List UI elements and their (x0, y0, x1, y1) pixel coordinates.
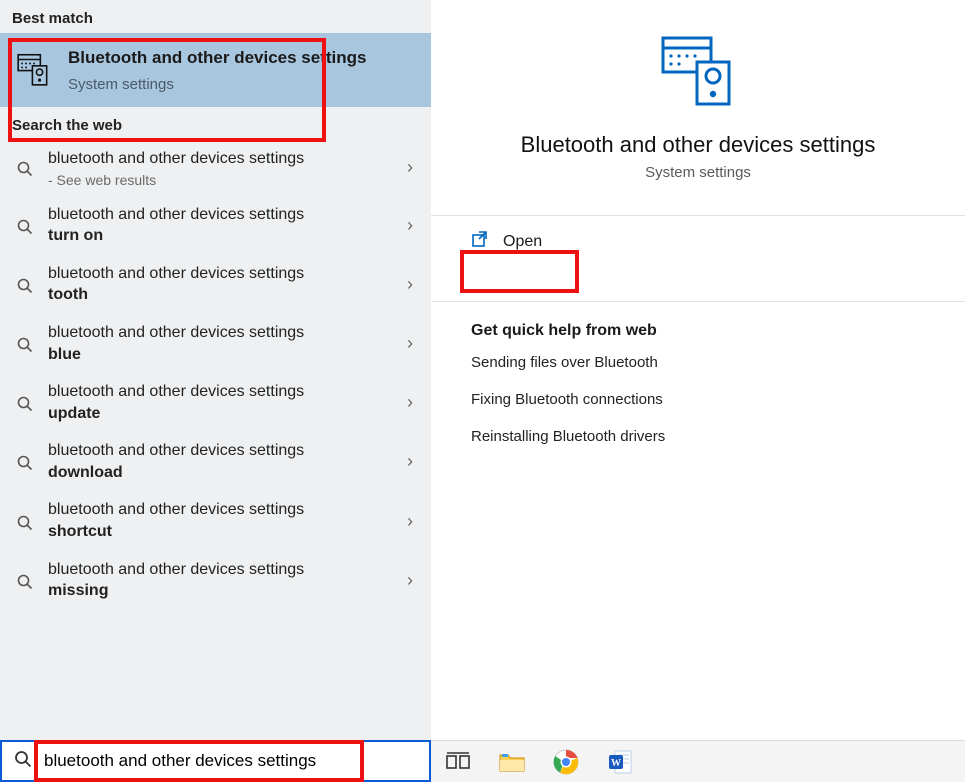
web-result[interactable]: bluetooth and other devices settings too… (0, 255, 431, 314)
search-icon (14, 512, 36, 531)
task-view-icon[interactable] (441, 745, 475, 779)
chevron-right-icon[interactable]: › (399, 392, 421, 413)
search-results-panel: Best match Bluetooth and other devices s… (0, 0, 431, 740)
web-result[interactable]: bluetooth and other devices settings upd… (0, 373, 431, 432)
quick-help-header: Get quick help from web (431, 302, 965, 344)
chrome-icon[interactable] (549, 745, 583, 779)
best-match-result[interactable]: Bluetooth and other devices settings Sys… (0, 33, 431, 107)
search-icon (14, 158, 36, 177)
preview-panel: Bluetooth and other devices settings Sys… (431, 0, 965, 740)
chevron-right-icon[interactable]: › (399, 274, 421, 295)
preview-title: Bluetooth and other devices settings (431, 132, 965, 158)
search-input[interactable] (44, 751, 419, 771)
taskbar: W (431, 740, 965, 782)
help-link[interactable]: Sending files over Bluetooth (431, 344, 965, 381)
help-link[interactable]: Reinstalling Bluetooth drivers (431, 418, 965, 455)
best-match-header: Best match (0, 0, 431, 33)
preview-icon (431, 0, 965, 110)
chevron-right-icon[interactable]: › (399, 333, 421, 354)
chevron-right-icon[interactable]: › (399, 570, 421, 591)
chevron-right-icon[interactable]: › (399, 451, 421, 472)
chevron-right-icon[interactable]: › (399, 157, 421, 178)
help-link[interactable]: Fixing Bluetooth connections (431, 381, 965, 418)
word-icon[interactable]: W (603, 745, 637, 779)
open-button[interactable]: Open (431, 216, 965, 267)
best-match-title: Bluetooth and other devices settings (68, 47, 367, 70)
search-bar[interactable] (0, 740, 431, 782)
svg-text:W: W (611, 758, 621, 769)
chevron-right-icon[interactable]: › (399, 511, 421, 532)
web-result[interactable]: bluetooth and other devices settings dow… (0, 432, 431, 491)
search-icon (14, 393, 36, 412)
search-icon (14, 275, 36, 294)
search-web-header: Search the web (0, 107, 431, 140)
search-icon (14, 216, 36, 235)
search-icon (14, 334, 36, 353)
web-result[interactable]: bluetooth and other devices settings sho… (0, 491, 431, 550)
open-icon (471, 230, 489, 253)
web-results-list: bluetooth and other devices settings - S… (0, 140, 431, 610)
open-label: Open (503, 233, 542, 251)
file-explorer-icon[interactable] (495, 745, 529, 779)
search-icon (14, 452, 36, 471)
search-icon (14, 750, 32, 772)
web-result[interactable]: bluetooth and other devices settings blu… (0, 314, 431, 373)
chevron-right-icon[interactable]: › (399, 215, 421, 236)
devices-settings-icon (14, 47, 54, 91)
search-icon (14, 571, 36, 590)
web-result[interactable]: bluetooth and other devices settings mis… (0, 551, 431, 610)
web-result[interactable]: bluetooth and other devices settings tur… (0, 196, 431, 255)
web-result[interactable]: bluetooth and other devices settings - S… (0, 140, 431, 196)
best-match-subtitle: System settings (68, 76, 367, 93)
preview-subtitle: System settings (431, 164, 965, 181)
